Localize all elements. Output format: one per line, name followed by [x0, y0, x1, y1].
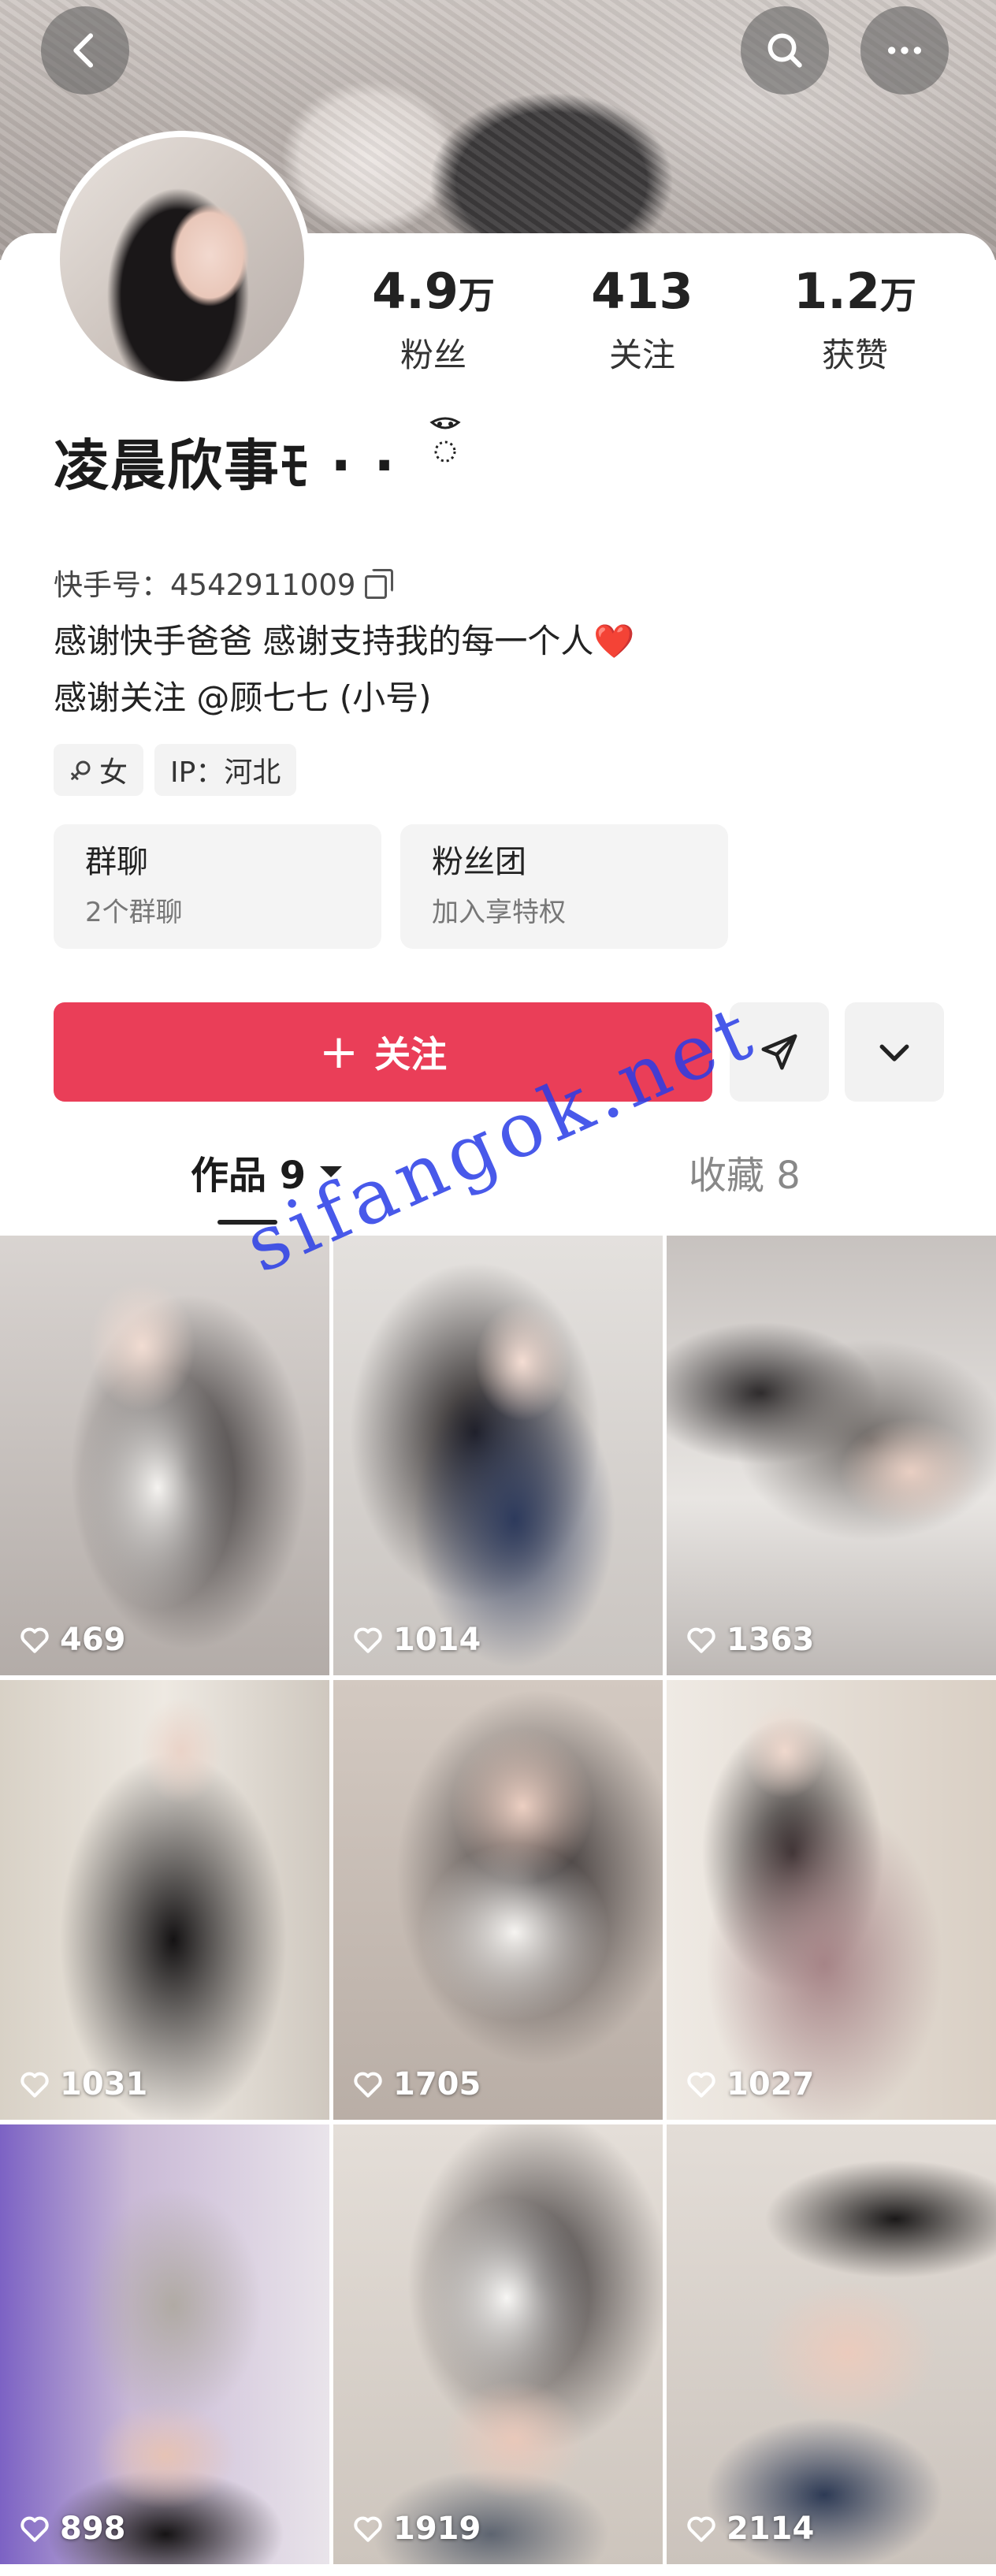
back-button[interactable]	[41, 6, 129, 95]
profile-name: 凌晨欣事ﾓ · ·	[54, 433, 396, 498]
like-count: 1919	[351, 2511, 481, 2547]
card-subtitle: 2个群聊	[85, 897, 183, 928]
profile-bio: 感谢快手爸爸 感谢支持我的每一个人❤️ 感谢关注 @顾七七 (小号)	[54, 613, 635, 727]
stat-value: 1.2万	[793, 262, 916, 320]
stat-label: 关注	[608, 336, 675, 374]
heart-outline-icon	[20, 2072, 49, 2098]
like-count: 1031	[17, 2066, 147, 2102]
post-tile[interactable]: 1705	[333, 1680, 663, 2120]
heart-outline-icon	[20, 1627, 49, 1653]
post-tile[interactable]: 1363	[667, 1236, 996, 1675]
card-title: 群聊	[85, 844, 148, 880]
like-count: 898	[17, 2511, 126, 2547]
heart-outline-icon	[354, 2072, 382, 2098]
post-tile[interactable]: 1014	[333, 1236, 663, 1675]
ip-tag: IP：河北	[154, 744, 297, 796]
follow-label: 关注	[374, 1033, 448, 1076]
bio-line: 感谢快手爸爸 感谢支持我的每一个人❤️	[54, 622, 635, 660]
like-count: 1027	[684, 2066, 814, 2102]
bio-line: 感谢关注 @顾七七 (小号)	[54, 678, 432, 717]
avatar[interactable]	[54, 131, 310, 388]
stat-value: 413	[591, 262, 693, 320]
card-subtitle: 加入享特权	[432, 897, 566, 928]
heart-outline-icon	[687, 1627, 715, 1653]
heart-outline-icon	[20, 2516, 49, 2542]
more-button[interactable]	[860, 6, 949, 95]
post-tile[interactable]: 898	[0, 2124, 329, 2564]
stat-value: 4.9万	[372, 262, 495, 320]
like-count: 2114	[684, 2511, 814, 2547]
like-count: 1363	[684, 1622, 814, 1658]
post-tile[interactable]: 1027	[667, 1680, 996, 2120]
posts-grid: 469 1014 1363 1031 1705 1027 898 1919 21…	[0, 1236, 996, 2564]
more-dots-icon	[888, 46, 921, 54]
copy-icon[interactable]	[362, 567, 394, 599]
profile-cards: 群聊 2个群聊 粉丝团 加入享特权	[54, 824, 728, 949]
name-decoration-icon	[429, 417, 461, 463]
kuaishou-id-row[interactable]: 快手号：4542911009	[54, 561, 394, 604]
search-icon	[767, 33, 802, 68]
heart-outline-icon	[687, 2516, 715, 2542]
heart-outline-icon	[354, 2516, 382, 2542]
post-tile[interactable]: 2114	[667, 2124, 996, 2564]
stat-following[interactable]: 413 关注	[536, 260, 749, 374]
search-button[interactable]	[741, 6, 829, 95]
stat-fans[interactable]: 4.9万 粉丝	[331, 260, 536, 374]
fan-club-card[interactable]: 粉丝团 加入享特权	[400, 824, 728, 949]
card-title: 粉丝团	[432, 844, 526, 880]
stat-likes[interactable]: 1.2万 获赞	[749, 260, 961, 374]
group-chat-card[interactable]: 群聊 2个群聊	[54, 824, 381, 949]
expand-button[interactable]	[845, 1002, 944, 1102]
heart-emoji: ❤️	[593, 622, 635, 660]
plus-icon: +	[318, 1024, 359, 1080]
gender-tag: 女	[54, 744, 144, 796]
like-count: 1014	[351, 1622, 481, 1658]
heart-outline-icon	[354, 1627, 382, 1653]
like-count: 469	[17, 1622, 126, 1658]
kuaishou-id: 快手号：4542911009	[54, 568, 356, 602]
profile-stats: 4.9万 粉丝 413 关注 1.2万 获赞	[331, 260, 961, 374]
back-chevron-icon	[73, 33, 94, 68]
profile-tags: 女 IP：河北	[54, 744, 297, 796]
stat-label: 粉丝	[400, 336, 466, 374]
heart-outline-icon	[687, 2072, 715, 2098]
like-count: 1705	[351, 2066, 481, 2102]
tab-favorites[interactable]: 收藏 8	[689, 1144, 801, 1199]
female-icon	[71, 760, 91, 780]
chevron-down-icon	[879, 1044, 909, 1061]
post-tile[interactable]: 1919	[333, 2124, 663, 2564]
stat-label: 获赞	[821, 336, 888, 374]
post-tile[interactable]: 1031	[0, 1680, 329, 2120]
post-tile[interactable]: 469	[0, 1236, 329, 1675]
